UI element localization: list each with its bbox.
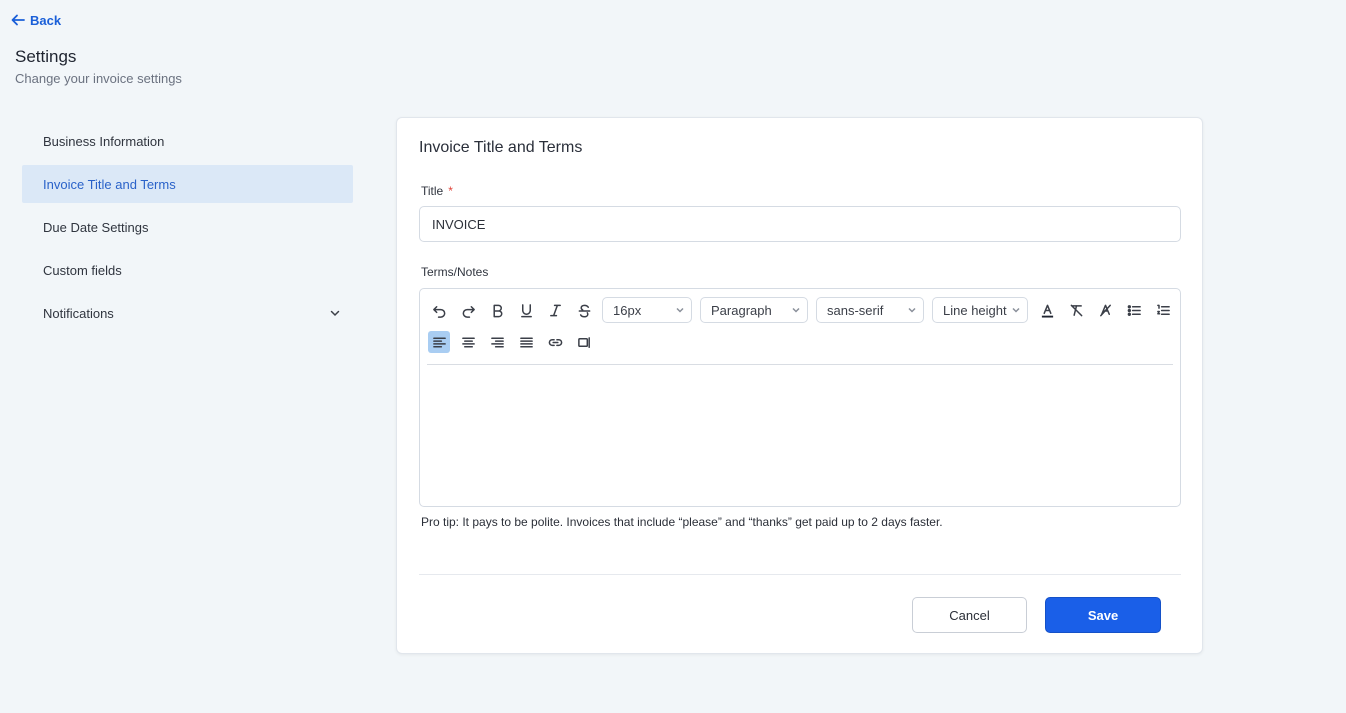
line-height-select[interactable]: Line height [932,297,1028,323]
align-left-icon [432,337,446,347]
font-family-value: sans-serif [827,302,884,318]
page-subtitle: Change your invoice settings [15,71,182,86]
underline-button[interactable] [515,299,537,321]
numbered-list-icon [1156,304,1170,315]
align-center-button[interactable] [457,331,479,353]
align-justify-icon [519,337,533,347]
align-right-icon [490,337,504,347]
clear-format-icon [1070,304,1082,316]
line-height-value: Line height [943,302,1007,318]
footer-divider [419,574,1181,575]
font-color-button[interactable] [1036,299,1058,321]
pro-tip-text: Pro tip: It pays to be polite. Invoices … [421,515,943,529]
arrow-left-icon [11,14,25,26]
block-format-select[interactable]: Paragraph [700,297,808,323]
settings-sidebar: Business Information Invoice Title and T… [22,122,353,337]
highlight-button[interactable] [1094,299,1116,321]
required-marker: * [448,184,453,198]
save-button[interactable]: Save [1045,597,1161,633]
align-center-icon [461,337,475,347]
embed-button[interactable] [573,331,595,353]
underline-icon [520,303,532,317]
redo-icon [462,305,475,318]
cancel-button[interactable]: Cancel [912,597,1027,633]
highlight-icon [1099,304,1111,316]
sidebar-item-invoice-title-and-terms[interactable]: Invoice Title and Terms [22,165,353,203]
sidebar-item-label: Notifications [43,305,114,321]
undo-icon [432,305,445,318]
link-button[interactable] [544,331,566,353]
title-field-label: Title * [421,184,453,198]
chevron-down-icon [1012,307,1020,313]
italic-button[interactable] [544,299,566,321]
title-input[interactable] [419,206,1181,242]
align-right-button[interactable] [486,331,508,353]
italic-icon [549,304,561,316]
strikethrough-button[interactable] [573,299,595,321]
sidebar-item-business-information[interactable]: Business Information [22,122,353,160]
font-size-value: 16px [613,302,642,318]
sidebar-item-custom-fields[interactable]: Custom fields [22,251,353,289]
title-label-text: Title [421,184,444,198]
align-justify-button[interactable] [515,331,537,353]
terms-field-label: Terms/Notes [421,265,489,279]
sidebar-item-label: Due Date Settings [43,219,149,235]
back-link[interactable]: Back [10,12,61,28]
chevron-down-icon [908,307,916,313]
back-label: Back [30,12,62,28]
sidebar-item-label: Business Information [43,133,165,149]
editor-toolbar-row-2 [428,331,602,353]
chevron-down-icon [676,307,684,313]
sidebar-item-label: Invoice Title and Terms [43,176,176,192]
card-title: Invoice Title and Terms [419,139,583,156]
toolbar-divider [427,364,1173,365]
block-format-value: Paragraph [711,302,772,318]
clear-format-button[interactable] [1065,299,1087,321]
sidebar-item-due-date-settings[interactable]: Due Date Settings [22,208,353,246]
editor-toolbar-row-1: 16px Paragraph sans-serif Line height [428,297,1181,323]
font-family-select[interactable]: sans-serif [816,297,924,323]
page-title: Settings [15,47,77,66]
terms-rich-text-editor: 16px Paragraph sans-serif Line height [419,288,1181,507]
chevron-down-icon [792,307,800,313]
sidebar-item-notifications[interactable]: Notifications [22,294,353,332]
link-icon [548,338,562,346]
bold-button[interactable] [486,299,508,321]
chevron-down-icon [330,310,340,317]
strikethrough-icon [578,304,590,318]
terms-editor-content[interactable] [428,371,1172,498]
bullet-list-icon [1127,304,1141,316]
bold-icon [492,304,502,317]
font-size-select[interactable]: 16px [602,297,692,323]
sidebar-item-label: Custom fields [43,262,122,278]
bullet-list-button[interactable] [1123,299,1145,321]
embed-icon [577,336,590,348]
align-left-button[interactable] [428,331,450,353]
font-color-icon [1041,304,1053,318]
invoice-title-terms-card: Invoice Title and Terms Title * Terms/Not… [396,117,1203,654]
undo-button[interactable] [428,299,450,321]
redo-button[interactable] [457,299,479,321]
numbered-list-button[interactable] [1152,299,1174,321]
